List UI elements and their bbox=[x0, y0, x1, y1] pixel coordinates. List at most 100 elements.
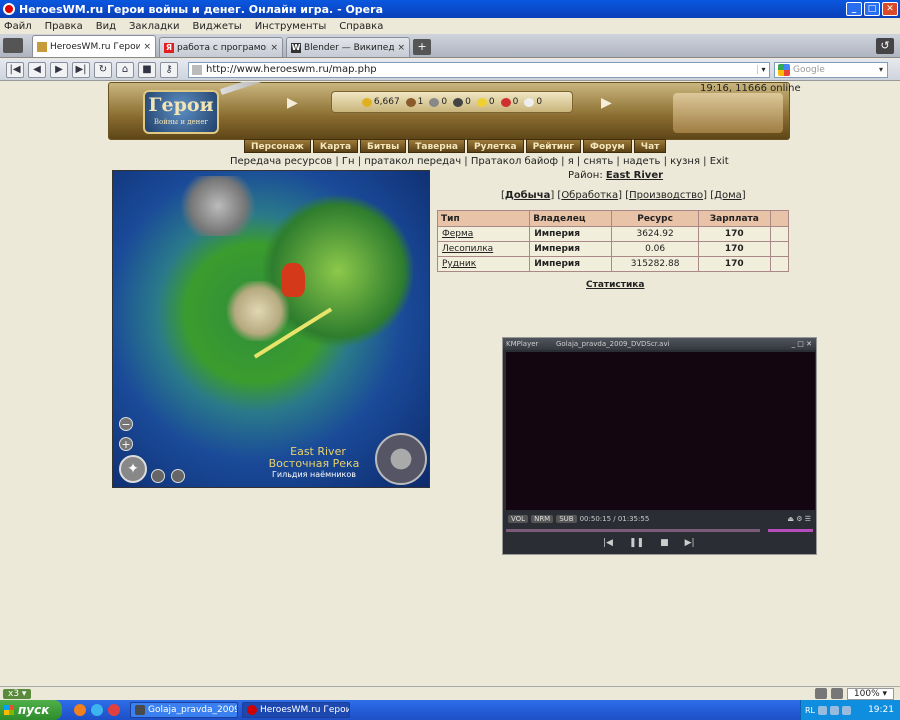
tab-close-icon[interactable]: × bbox=[270, 43, 278, 53]
pause-icon[interactable]: ❚❚ bbox=[629, 538, 644, 548]
dragon-marker-icon[interactable] bbox=[281, 263, 305, 297]
kmp-pill-nrm[interactable]: NRM bbox=[531, 515, 554, 523]
menu-view[interactable]: Вид bbox=[96, 21, 116, 32]
close-button[interactable]: ✕ bbox=[882, 2, 898, 16]
forward-button[interactable]: ▶ bbox=[50, 61, 68, 78]
nav-tavern[interactable]: Таверна bbox=[408, 139, 465, 153]
reload-button[interactable]: ↻ bbox=[94, 61, 112, 78]
minimize-button[interactable]: _ bbox=[846, 2, 862, 16]
kmp-settings-icons[interactable]: ⏏ ⚙ ☰ bbox=[787, 515, 811, 523]
new-tab-button[interactable]: + bbox=[413, 39, 431, 55]
tab-yandex[interactable]: Я работа с програмой 3... × bbox=[159, 37, 283, 57]
sub-nav[interactable]: Передача ресурсов | Гн | пратакол переда… bbox=[230, 156, 729, 167]
tab-close-icon[interactable]: × bbox=[397, 43, 405, 53]
heroes-logo[interactable]: Герои Войны и денег bbox=[143, 90, 219, 134]
next-icon[interactable]: ▶| bbox=[685, 538, 695, 548]
kmplayer-window-buttons[interactable]: _ □ ✕ bbox=[792, 340, 812, 348]
language-indicator[interactable]: RL bbox=[805, 706, 815, 715]
back-button[interactable]: ◀ bbox=[28, 61, 46, 78]
zoom-in-icon[interactable]: + bbox=[119, 437, 133, 451]
kmplayer-title: KMPlayer bbox=[506, 340, 539, 348]
firefox-icon[interactable] bbox=[74, 704, 86, 716]
seek-bar[interactable] bbox=[506, 529, 760, 532]
kmp-pill-vol[interactable]: VOL bbox=[508, 515, 529, 523]
info-icon[interactable] bbox=[171, 469, 185, 483]
rewind-button[interactable]: |◀ bbox=[6, 61, 24, 78]
opera-quick-icon[interactable] bbox=[108, 704, 120, 716]
stop-button[interactable]: ■ bbox=[138, 61, 156, 78]
page-content: Герои Войны и денег ▶ ▶ 6,667 1 0 0 0 0 … bbox=[0, 82, 900, 686]
tab-wikipedia[interactable]: W Blender — Википедия × bbox=[286, 37, 410, 57]
ie-icon[interactable] bbox=[91, 704, 103, 716]
col-owner: Владелец bbox=[529, 210, 613, 227]
video-screen[interactable] bbox=[506, 352, 815, 510]
kmplayer-title-bar[interactable]: KMPlayer Golaja_pravda_2009_DVDScr.avi _… bbox=[503, 338, 816, 350]
menu-widgets[interactable]: Виджеты bbox=[193, 21, 242, 32]
cell-extra bbox=[769, 256, 790, 272]
volume-slider[interactable] bbox=[768, 529, 813, 532]
col-salary: Зарплата bbox=[697, 210, 771, 227]
ore-resource: 0 bbox=[429, 97, 447, 107]
statistics-link[interactable]: Статистика bbox=[586, 280, 644, 290]
menu-edit[interactable]: Правка bbox=[45, 21, 83, 32]
stop-icon[interactable]: ■ bbox=[660, 538, 669, 548]
transport-controls: |◀ ❚❚ ■ ▶| bbox=[603, 538, 695, 548]
wand-key-icon[interactable]: ⚷ bbox=[160, 61, 178, 78]
play-icon[interactable]: ▶ bbox=[287, 95, 298, 111]
nav-roulette[interactable]: Рулетка bbox=[467, 139, 524, 153]
kmp-pill-sub[interactable]: SUB bbox=[556, 515, 577, 523]
nav-character[interactable]: Персонаж bbox=[244, 139, 311, 153]
heroes-favicon-icon bbox=[37, 41, 47, 52]
cell-resource: 3624.92 bbox=[611, 226, 699, 242]
panel-icon[interactable] bbox=[814, 688, 827, 699]
tab-close-icon[interactable]: × bbox=[143, 42, 151, 52]
previous-icon[interactable]: |◀ bbox=[603, 538, 613, 548]
search-dropdown-icon[interactable]: ▾ bbox=[875, 65, 887, 74]
fullscreen-icon[interactable] bbox=[151, 469, 165, 483]
district-name-link[interactable]: East River bbox=[606, 170, 663, 181]
nav-map[interactable]: Карта bbox=[312, 139, 359, 153]
turbo-counter-button[interactable]: x3 ▾ bbox=[3, 688, 32, 699]
search-field[interactable]: Google ▾ bbox=[774, 61, 888, 78]
nav-rating[interactable]: Рейтинг bbox=[525, 139, 582, 153]
kmplayer-window[interactable]: KMPlayer Golaja_pravda_2009_DVDScr.avi _… bbox=[502, 337, 817, 555]
link-production[interactable]: Производство bbox=[629, 190, 703, 201]
start-button[interactable]: пуск bbox=[0, 700, 62, 720]
task-opera[interactable]: HeroesWM.ru Герои ... bbox=[242, 702, 350, 718]
enterprise-link[interactable]: Лесопилка bbox=[442, 244, 493, 254]
nav-chat[interactable]: Чат bbox=[633, 139, 667, 153]
tray-icon[interactable] bbox=[830, 705, 840, 715]
task-kmplayer[interactable]: Golaja_pravda_2009... bbox=[130, 702, 238, 718]
window-title: HeroesWM.ru Герои войны и денег. Онлайн … bbox=[19, 2, 383, 16]
menu-help[interactable]: Справка bbox=[339, 21, 383, 32]
url-dropdown-icon[interactable]: ▾ bbox=[757, 65, 769, 74]
play-icon[interactable]: ▶ bbox=[601, 95, 612, 111]
window-title-bar[interactable]: HeroesWM.ru Герои войны и денег. Онлайн … bbox=[0, 0, 900, 18]
maximize-button[interactable]: □ bbox=[864, 2, 880, 16]
world-map[interactable]: − + ✦ East River Восточная Река Гильдия … bbox=[112, 170, 430, 488]
tray-icon[interactable] bbox=[842, 705, 852, 715]
home-button[interactable]: ⌂ bbox=[116, 61, 134, 78]
resource-bar: 6,667 1 0 0 0 0 0 bbox=[331, 91, 573, 113]
fast-forward-button[interactable]: ▶| bbox=[72, 61, 90, 78]
tab-heroeswm[interactable]: HeroesWM.ru Герои во... × bbox=[32, 35, 156, 57]
enterprise-link[interactable]: Рудник bbox=[442, 259, 476, 269]
link-mining[interactable]: Добыча bbox=[505, 190, 550, 201]
link-processing[interactable]: Обработка bbox=[561, 190, 618, 201]
closed-tabs-icon[interactable]: ↺ bbox=[876, 38, 894, 54]
enterprise-link[interactable]: Ферма bbox=[442, 229, 473, 239]
compass-icon[interactable]: ✦ bbox=[119, 455, 147, 483]
view-icon[interactable] bbox=[830, 688, 843, 699]
menu-file[interactable]: Файл bbox=[4, 21, 32, 32]
panel-toggle-icon[interactable] bbox=[3, 38, 23, 53]
menu-tools[interactable]: Инструменты bbox=[255, 21, 327, 32]
crystal-icon bbox=[500, 97, 511, 107]
nav-forum[interactable]: Форум bbox=[583, 139, 632, 153]
tray-icon[interactable] bbox=[818, 705, 828, 715]
menu-bookmarks[interactable]: Закладки bbox=[129, 21, 180, 32]
zoom-out-icon[interactable]: − bbox=[119, 417, 133, 431]
nav-battles[interactable]: Битвы bbox=[360, 139, 407, 153]
zoom-selector[interactable]: 100% ▾ bbox=[846, 687, 894, 700]
url-field[interactable]: http://www.heroeswm.ru/map.php ▾ bbox=[188, 61, 770, 78]
link-houses[interactable]: Дома bbox=[714, 190, 742, 201]
